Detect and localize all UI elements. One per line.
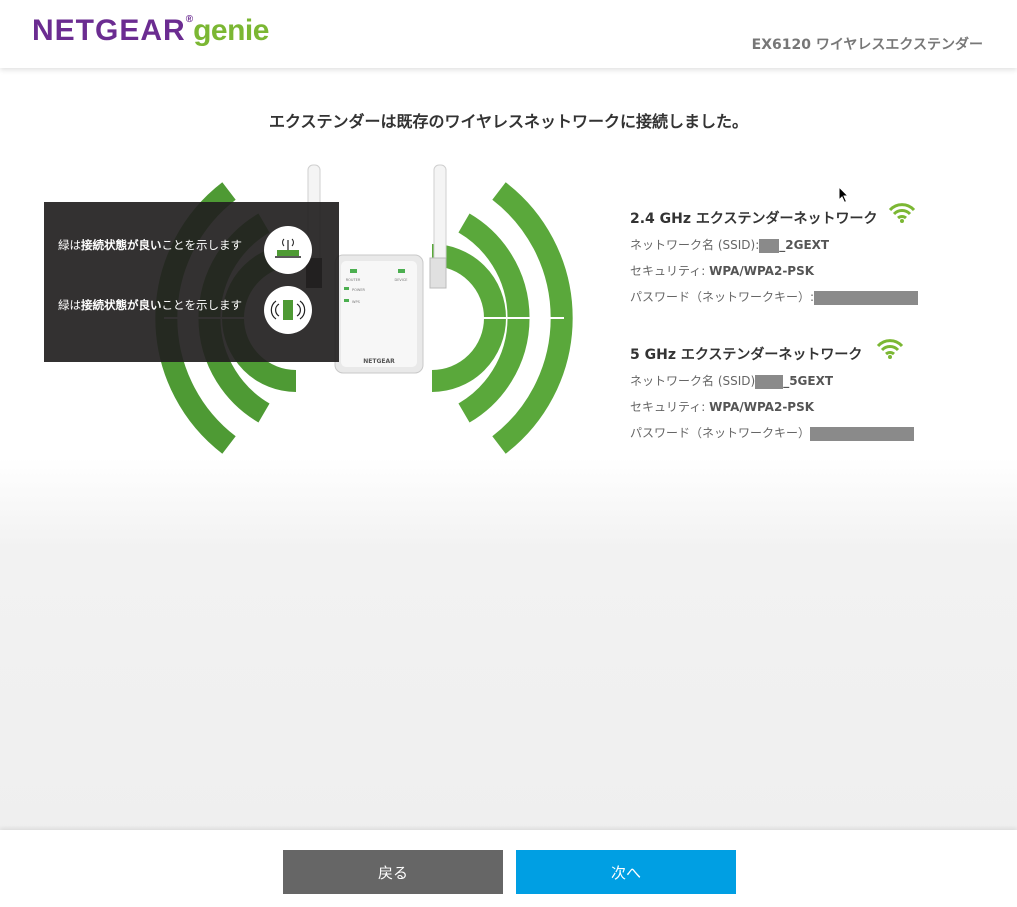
network-title-text: 5 GHz エクステンダーネットワーク [630,347,863,363]
password-label: パスワード（ネットワークキー） [630,426,811,440]
password-row: パスワード（ネットワークキー） [630,424,915,450]
ssid-row: ネットワーク名 (SSID) _5GEXT [630,372,914,398]
next-button[interactable]: 次へ [516,850,736,894]
ssid-value: _5GEXT [783,374,834,388]
wifi-icon [876,339,904,359]
status-legend: 緑は接続状態が良いことを示します 緑は接続状態が良いことを示します [44,202,339,362]
security-row: セキュリティ: WPA/WPA2-PSK [630,262,918,288]
legend-text-bold: 接続状態が良い [81,298,162,312]
redacted-mask [810,426,915,441]
legend-text-part: 緑は [58,298,81,312]
device-signal-icon [264,286,312,334]
footer: 戻る 次へ [0,830,1017,907]
security-label: セキュリティ: [630,264,706,278]
redacted-mask [759,238,780,253]
led-router-label: ROUTER [346,278,361,282]
extender-device: ROUTER DEVICE POWER WPS NETGEAR [334,254,424,374]
ssid-value: _2GEXT [779,238,830,252]
legend-text: 緑は接続状態が良いことを示します [58,298,258,312]
security-row: セキュリティ: WPA/WPA2-PSK [630,398,914,424]
legend-text-bold: 接続状態が良い [81,238,162,252]
antenna-right [429,164,447,289]
network-5ghz-info: 5 GHz エクステンダーネットワーク ネットワーク名 (SSID) _5GEXT… [630,339,915,450]
header: NETGEAR®genie EX6120 ワイヤレスエクステンダー [0,0,1017,68]
network-title: 5 GHz エクステンダーネットワーク [630,339,914,372]
ssid-row: ネットワーク名 (SSID): _2GEXT [630,236,918,262]
main-content: エクステンダーは既存のワイヤレスネットワークに接続しました。 ROUTER DE… [0,68,1017,830]
device-brand-label: NETGEAR [363,358,395,365]
logo-registered-mark: ® [185,14,194,25]
legend-item-device: 緑は接続状態が良いことを示します [58,286,338,340]
password-label: パスワード（ネットワークキー）: [630,290,815,304]
router-icon [264,226,312,274]
wifi-icon [888,203,916,223]
ssid-label: ネットワーク名 (SSID): [630,238,760,252]
legend-text-part: ことを示します [161,298,243,312]
logo-product: genie [193,14,269,47]
legend-text: 緑は接続状態が良いことを示します [58,238,258,252]
redacted-mask [814,290,919,305]
model-title: EX6120 ワイヤレスエクステンダー [751,37,983,53]
back-button[interactable]: 戻る [283,850,503,894]
network-title-text: 2.4 GHz エクステンダーネットワーク [630,211,878,227]
network-24ghz-info: 2.4 GHz エクステンダーネットワーク ネットワーク名 (SSID): _2G… [630,203,919,314]
security-value: WPA/WPA2-PSK [709,400,815,414]
password-row: パスワード（ネットワークキー）: [630,288,919,314]
led-power-label: POWER [352,288,366,292]
legend-text-part: 緑は [58,238,81,252]
ssid-label: ネットワーク名 (SSID) [630,374,756,388]
mouse-cursor-icon [838,186,850,204]
network-title: 2.4 GHz エクステンダーネットワーク [630,203,918,236]
led-wps-label: WPS [352,300,361,304]
legend-item-router: 緑は接続状態が良いことを示します [58,226,338,280]
security-label: セキュリティ: [630,400,706,414]
logo-brand: NETGEAR [32,14,186,47]
redacted-mask [755,374,784,389]
page-title: エクステンダーは既存のワイヤレスネットワークに接続しました。 [268,112,749,131]
led-device-label: DEVICE [395,278,408,282]
security-value: WPA/WPA2-PSK [709,264,815,278]
netgear-genie-logo: NETGEAR®genie [32,14,269,48]
legend-text-part: ことを示します [161,238,243,252]
